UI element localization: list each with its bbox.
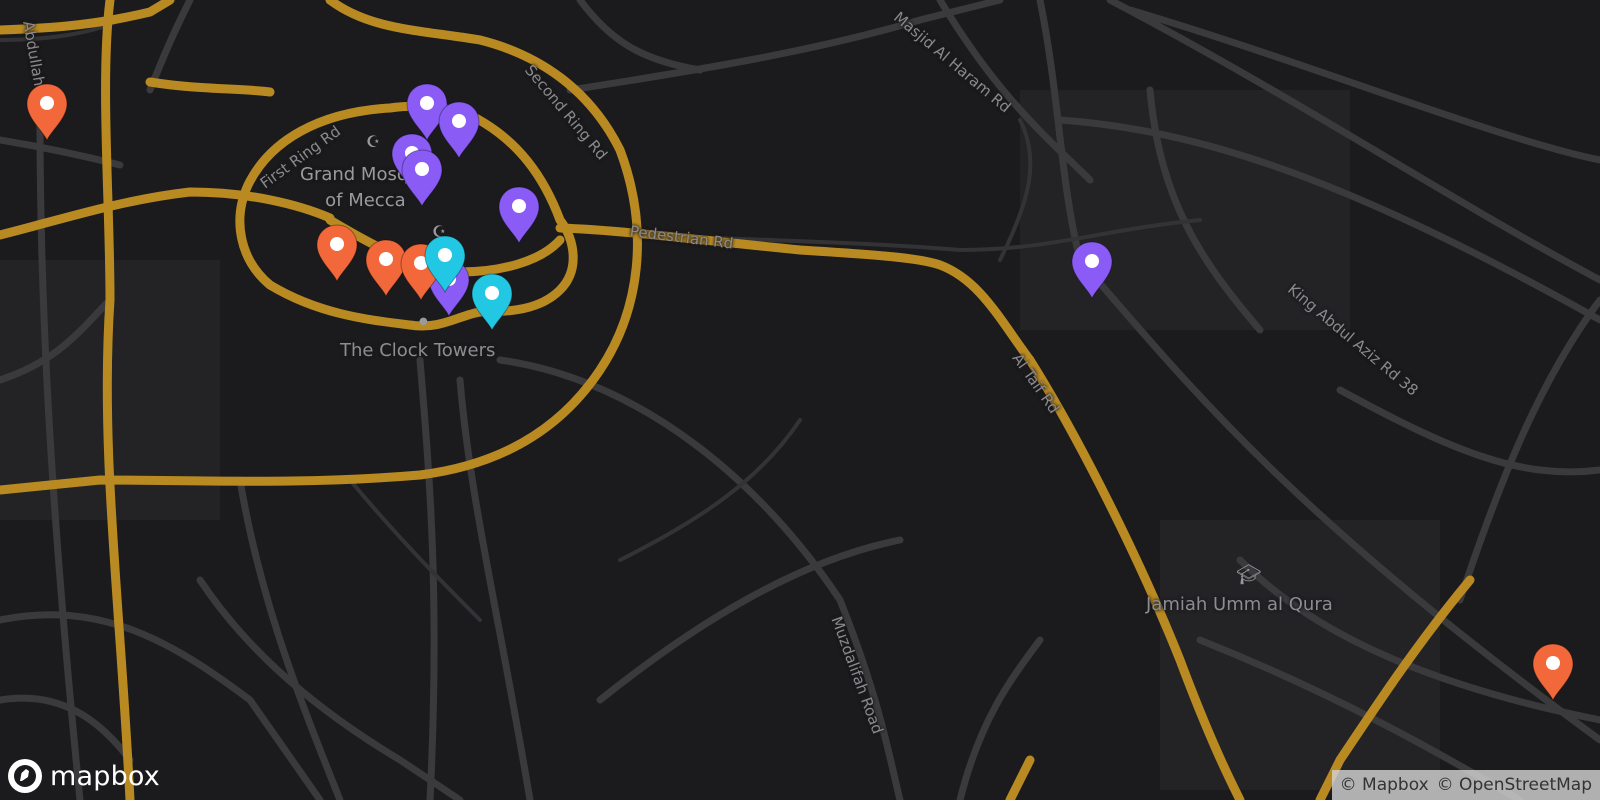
road-network [0, 0, 1600, 800]
mapbox-logo-text: mapbox [50, 760, 160, 792]
map-pin-icon [26, 83, 68, 142]
map-marker-purple[interactable] [496, 185, 542, 245]
map-pin-icon [316, 224, 358, 283]
map-marker-cyan[interactable] [469, 272, 515, 332]
attribution-osm-link[interactable]: © OpenStreetMap [1437, 775, 1592, 795]
mosque-icon: ☪ [366, 132, 381, 151]
map-pin-icon [401, 149, 443, 208]
attribution-mapbox-link[interactable]: © Mapbox [1340, 775, 1429, 795]
map-marker-purple[interactable] [1069, 240, 1115, 300]
map-marker-orange[interactable] [314, 223, 360, 283]
map-pin-icon [1532, 643, 1574, 702]
graduation-cap-icon: 🎓︎ [1236, 562, 1262, 586]
map-pin-icon [498, 186, 540, 245]
mapbox-logo[interactable]: mapbox [6, 756, 160, 796]
map-marker-orange[interactable] [1530, 642, 1576, 702]
place-label-umm-al-qura: Jamiah Umm al Qura [1146, 594, 1333, 615]
map-marker-orange[interactable] [24, 82, 70, 142]
map-marker-cyan[interactable] [422, 234, 468, 294]
map-canvas[interactable]: ☪ ☪ ● 🎓︎ Grand Mosque of Mecca The Clock… [0, 0, 1600, 800]
map-marker-purple[interactable] [399, 148, 445, 208]
map-pin-icon [424, 235, 466, 294]
map-pin-icon [471, 273, 513, 332]
mapbox-logo-icon [8, 759, 42, 793]
attribution-bar: © Mapbox © OpenStreetMap [1331, 770, 1600, 800]
place-label-clock-towers: The Clock Towers [340, 340, 496, 361]
map-pin-icon [1071, 241, 1113, 300]
